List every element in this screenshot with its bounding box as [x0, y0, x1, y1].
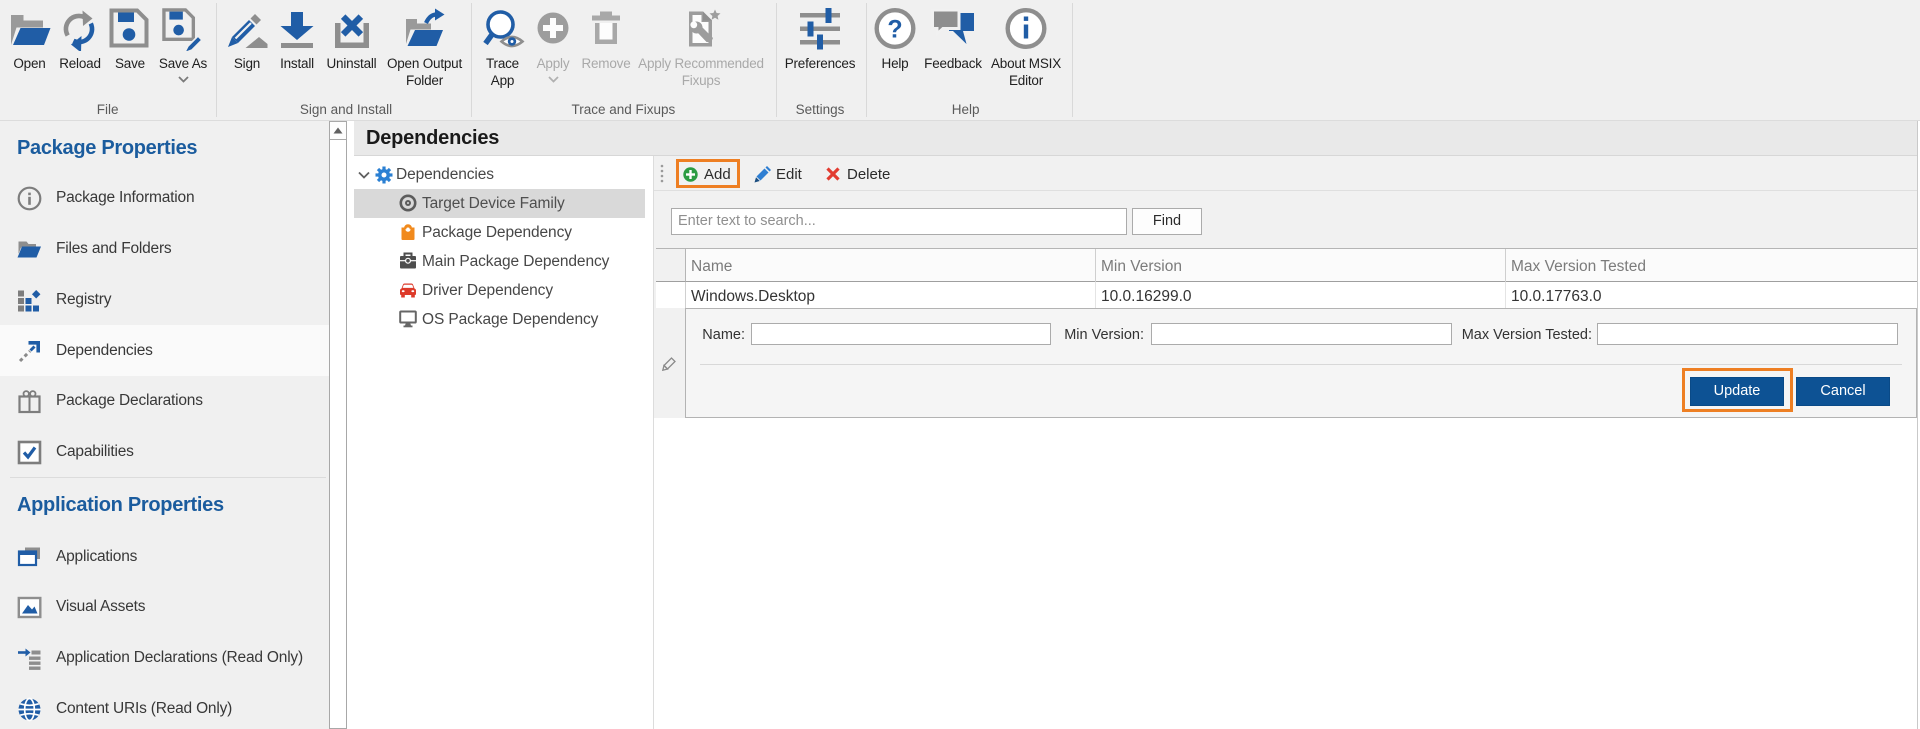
svg-text:?: ? [887, 16, 902, 44]
